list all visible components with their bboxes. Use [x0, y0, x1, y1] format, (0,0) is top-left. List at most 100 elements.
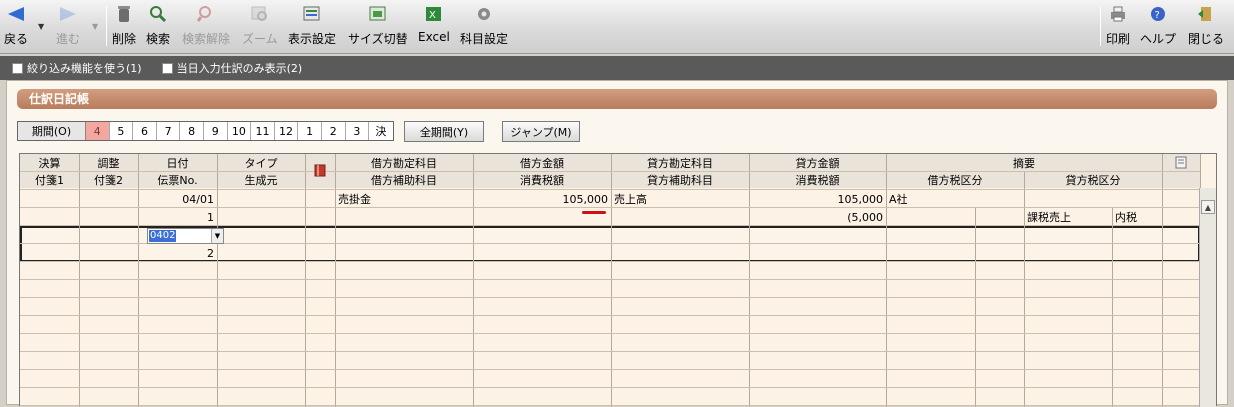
month-tab[interactable]: 1 — [298, 122, 322, 140]
grid-row-line — [20, 369, 1200, 370]
entry-credit-tax[interactable]: (5,000 — [749, 208, 886, 226]
forward-arrow-icon — [58, 4, 78, 24]
vertical-scrollbar[interactable]: ▲ — [1199, 188, 1216, 407]
back-button[interactable]: 戻る — [4, 4, 28, 50]
display-settings-icon — [302, 4, 322, 24]
forward-button[interactable]: 進む — [56, 4, 80, 50]
trash-icon — [114, 4, 134, 24]
scroll-up-icon[interactable]: ▲ — [1201, 200, 1215, 214]
close-door-icon — [1196, 4, 1216, 24]
col-type: タイプ — [244, 156, 278, 170]
size-toggle-button[interactable]: サイズ切替 — [348, 4, 408, 50]
entry-debit-amount[interactable]: 105,000 — [473, 190, 611, 208]
close-button[interactable]: 閉じる — [1188, 4, 1224, 50]
period-label: 期間(O) — [18, 122, 86, 140]
notes-icon[interactable] — [1166, 154, 1196, 171]
period-selector: 期間(O) 4 5 6 7 8 9 10 11 12 1 2 3 決 — [17, 121, 394, 141]
grid-subcolumn-line — [1112, 208, 1113, 407]
forward-dropdown-icon[interactable]: ▼ — [92, 22, 98, 31]
size-toggle-icon — [368, 4, 388, 24]
col-adjust: 調整 — [97, 156, 120, 170]
grid-row-line — [20, 387, 1200, 388]
month-tab[interactable]: 9 — [204, 122, 228, 140]
date-input[interactable]: 0402 ▼ — [147, 228, 224, 244]
col-debit-tax-class: 借方税区分 — [927, 173, 983, 187]
grid-row-line — [20, 315, 1200, 316]
account-settings-button[interactable]: 科目設定 — [460, 4, 508, 50]
col-debit-amount: 借方金額 — [520, 156, 564, 170]
col-debit-tax: 消費税額 — [520, 173, 564, 187]
col-origin: 生成元 — [244, 173, 278, 187]
entry-memo[interactable]: A社 — [886, 190, 1162, 208]
entry-debit-account[interactable]: 売掛金 — [335, 190, 473, 208]
entry-slip-no[interactable]: 2 — [138, 244, 217, 262]
col-credit-amount: 貸方金額 — [795, 156, 840, 170]
col-date: 日付 — [166, 156, 189, 170]
month-tab[interactable]: 3 — [346, 122, 370, 140]
month-tab[interactable]: 10 — [228, 122, 252, 140]
journal-panel: 仕訳日記帳 期間(O) 4 5 6 7 8 9 10 11 12 1 2 3 決… — [6, 80, 1228, 407]
entry-date[interactable]: 04/01 — [138, 190, 217, 208]
col-credit-sub: 貸方補助科目 — [647, 173, 713, 187]
magnifier-clear-icon — [196, 4, 216, 24]
options-bar: 絞り込み機能を使う(1) 当日入力仕訳のみ表示(2) — [0, 56, 1234, 80]
month-tab[interactable]: 7 — [157, 122, 181, 140]
red-underline-mark — [582, 211, 606, 214]
panel-title: 仕訳日記帳 — [17, 89, 1217, 109]
search-clear-button[interactable]: 検索解除 — [182, 4, 230, 50]
checkbox-icon — [161, 62, 173, 74]
col-memo: 摘要 — [1013, 156, 1035, 170]
month-tab[interactable]: 2 — [322, 122, 346, 140]
month-tab[interactable]: 決 — [369, 122, 393, 140]
print-button[interactable]: 印刷 — [1106, 4, 1130, 50]
back-dropdown-icon[interactable]: ▼ — [38, 22, 44, 31]
grid-row-line — [20, 297, 1200, 298]
chevron-down-icon[interactable]: ▼ — [211, 229, 223, 243]
col-debit-account: 借方勘定科目 — [371, 156, 437, 170]
jump-button[interactable]: ジャンプ(M) — [502, 121, 580, 142]
svg-text:X: X — [429, 10, 436, 21]
entry-credit-account[interactable]: 売上高 — [611, 190, 749, 208]
col-sticky2: 付箋2 — [94, 173, 123, 187]
display-settings-button[interactable]: 表示設定 — [288, 4, 336, 50]
today-only-checkbox[interactable]: 当日入力仕訳のみ表示(2) — [161, 60, 302, 76]
entry-credit-amount[interactable]: 105,000 — [749, 190, 886, 208]
col-sticky1: 付箋1 — [35, 173, 64, 187]
excel-icon: X — [424, 4, 444, 24]
month-tab[interactable]: 8 — [180, 122, 204, 140]
col-debit-sub: 借方補助科目 — [371, 173, 437, 187]
filter-checkbox[interactable]: 絞り込み機能を使う(1) — [12, 60, 142, 76]
grid-row-line — [20, 351, 1200, 352]
toolbar: 戻る ▼ 進む ▼ 削除 検索 検索解除 ズーム 表示設定 サイズ切替 X Ex… — [0, 0, 1234, 54]
col-credit-tax-class: 貸方税区分 — [1065, 173, 1121, 187]
zoom-icon — [250, 4, 270, 24]
help-icon: ? — [1148, 4, 1168, 24]
entry-credit-tax-type[interactable]: 内税 — [1112, 208, 1162, 226]
date-input-value: 0402 — [149, 230, 177, 242]
all-period-button[interactable]: 全期間(Y) — [404, 121, 484, 142]
zoom-button[interactable]: ズーム — [242, 4, 278, 50]
checkbox-icon — [12, 62, 23, 74]
month-tab[interactable]: 5 — [110, 122, 134, 140]
journal-grid: 決算 調整 日付 タイプ 借方勘定科目 借方金額 貸方勘定科目 貸方金額 摘要 … — [19, 153, 1217, 407]
book-icon[interactable] — [305, 162, 335, 179]
help-button[interactable]: ? ヘルプ — [1140, 4, 1176, 50]
col-slip-no: 伝票No. — [157, 173, 198, 187]
printer-icon — [1108, 4, 1128, 24]
entry-slip-no[interactable]: 1 — [138, 208, 217, 226]
month-tab[interactable]: 11 — [251, 122, 275, 140]
search-button[interactable]: 検索 — [146, 4, 170, 50]
col-credit-tax: 消費税額 — [795, 173, 840, 187]
delete-button[interactable]: 削除 — [112, 4, 136, 50]
entry-credit-tax-class[interactable]: 課税売上 — [1024, 208, 1112, 226]
back-arrow-icon — [6, 4, 26, 24]
svg-text:?: ? — [1155, 10, 1160, 21]
month-tab[interactable]: 6 — [133, 122, 157, 140]
grid-subcolumn-line — [975, 208, 976, 407]
grid-row-line — [20, 333, 1200, 334]
grid-row-line — [20, 405, 1200, 406]
grid-row-line — [20, 279, 1200, 280]
month-tab[interactable]: 4 — [86, 122, 110, 140]
month-tab[interactable]: 12 — [275, 122, 299, 140]
excel-button[interactable]: X Excel — [418, 4, 450, 50]
